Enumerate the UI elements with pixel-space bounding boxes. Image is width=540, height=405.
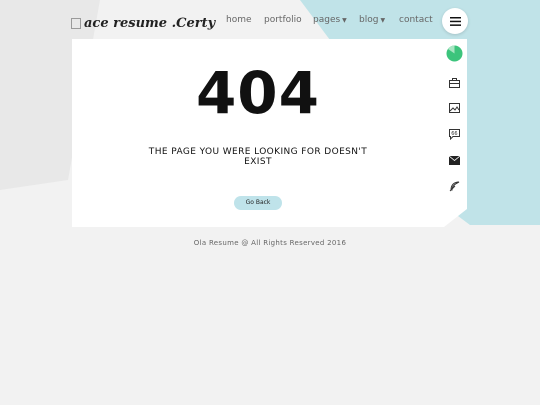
error-card: 404 THE PAGE YOU WERE LOOKING FOR DOESN'…	[72, 39, 444, 227]
nav-blog[interactable]: blog ▼	[359, 15, 385, 25]
envelope-icon[interactable]	[447, 153, 461, 167]
progress-icon[interactable]	[446, 45, 463, 62]
chat-icon[interactable]: 66	[447, 127, 461, 141]
nav-home-label: home	[226, 15, 252, 25]
nav-pages[interactable]: pages ▼	[313, 15, 347, 25]
image-icon[interactable]	[447, 101, 461, 115]
broken-image-icon	[71, 17, 81, 29]
error-message: THE PAGE YOU WERE LOOKING FOR DOESN'T EX…	[132, 147, 384, 167]
feather-icon[interactable]	[447, 179, 461, 193]
hamburger-icon	[449, 16, 461, 26]
go-back-button[interactable]: Go Back	[234, 196, 282, 210]
nav-contact-label: contact	[399, 15, 433, 25]
nav-blog-label: blog	[359, 15, 379, 25]
logo[interactable]: ace resume .Certy	[71, 14, 215, 32]
nav-portfolio[interactable]: portfolio	[264, 15, 302, 25]
nav-portfolio-label: portfolio	[264, 15, 302, 25]
nav-contact[interactable]: contact	[399, 15, 433, 25]
error-message-line1: THE PAGE YOU WERE LOOKING FOR DOESN'T	[148, 147, 368, 157]
footer-copyright: Ola Resume @ All Rights Reserved 2016	[193, 239, 347, 247]
caret-down-icon: ▼	[380, 16, 386, 24]
logo-text: ace resume .Certy	[84, 15, 216, 31]
nav-pages-label: pages	[313, 15, 341, 25]
error-message-line2: EXIST	[244, 157, 272, 167]
error-code: 404	[195, 59, 321, 127]
side-panel-tail	[444, 205, 467, 227]
svg-text:66: 66	[451, 131, 457, 137]
caret-down-icon: ▼	[342, 16, 347, 24]
nav-home[interactable]: home	[226, 15, 252, 25]
hamburger-menu-button[interactable]	[442, 8, 468, 34]
briefcase-icon[interactable]	[447, 76, 461, 90]
